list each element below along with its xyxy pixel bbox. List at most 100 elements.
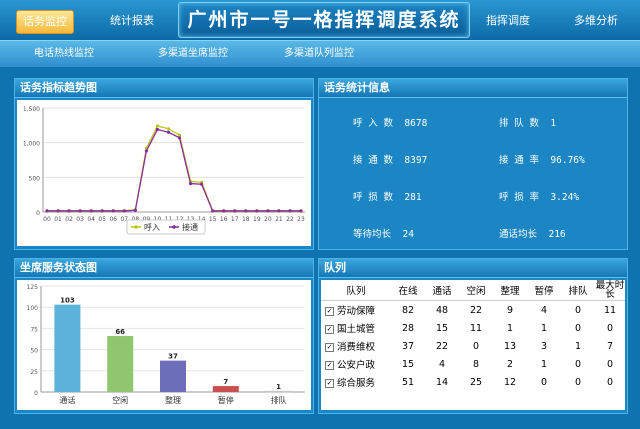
data-point <box>266 209 270 213</box>
x-tick-label: 19 <box>253 216 261 223</box>
queue-value-cell: 22 <box>435 340 449 352</box>
table-row[interactable]: ✓ 国土城管 28 15 11 1 1 0 0 <box>321 319 625 337</box>
tab-agent-monitor[interactable]: 多渠道坐席监控 <box>158 45 228 63</box>
x-tick-label: 04 <box>87 216 95 223</box>
stat-call-in-label: 呼 入 数 <box>353 118 393 129</box>
y-tick-label: 50 <box>30 348 38 355</box>
queue-name: 公安户政 <box>337 360 376 371</box>
x-tick-label: 整理 <box>165 395 181 405</box>
table-row[interactable]: ✓ 综合服务 51 14 25 12 0 0 0 <box>321 373 625 391</box>
queue-value-cell: 8 <box>472 358 480 370</box>
queue-value-cell: 0 <box>606 322 614 334</box>
queue-name: 劳动保障 <box>337 306 376 317</box>
table-row[interactable]: ✓ 公安户政 15 4 8 2 1 0 0 <box>321 355 625 373</box>
y-tick-label: 75 <box>30 326 38 333</box>
y-tick-label: 125 <box>27 284 39 291</box>
queue-name-cell: ✓ 国土城管 <box>321 319 391 337</box>
queue-panel: 队列 队列 在线 通话 空闲 整理 暂停 排队 最大时长 ✓ 劳动保障 82 48 22 9 4 0 11 ✓ 国… <box>318 258 628 414</box>
queue-value-cell: 1 <box>540 322 548 334</box>
queue-value-cell: 0 <box>606 376 614 388</box>
stat-answered-value: 8397 <box>404 155 428 166</box>
queue-value-cell: 0 <box>574 376 582 388</box>
data-point <box>299 209 303 213</box>
x-tick-label: 02 <box>65 216 73 223</box>
row-checkbox[interactable]: ✓ <box>325 343 334 352</box>
stat-queue-value: 1 <box>550 118 557 129</box>
stat-lost-label: 呼 损 数 <box>353 192 393 203</box>
data-point <box>233 209 237 213</box>
trend-panel: 话务指标趋势图 0 500 1,000 1,500 00 01 02 03 04 05 06 07 08… <box>14 78 314 250</box>
stat-call-in: 呼 入 数 8678 <box>353 115 427 129</box>
bar-暂停 <box>212 386 239 392</box>
data-point <box>244 209 248 213</box>
trend-chart-area: 0 500 1,000 1,500 00 01 02 03 04 05 06 07 08 09 10 11 12… <box>17 100 311 246</box>
queue-value-cell: 3 <box>540 340 548 352</box>
trend-line-chart: 05001,0001,50000 01 02 03 04 05 06 07 08 09 10 11 12… <box>23 106 305 235</box>
stat-answer-rate: 接 通 率 96.76% <box>499 152 585 166</box>
agent-bar-chart: 0 25 50 75 100 125 103 通话 66 空闲 37 整理 7 暂停 1 排队 <box>27 284 305 405</box>
y-tick-label: 25 <box>30 369 38 376</box>
queue-value-cell: 14 <box>435 376 449 388</box>
x-tick-label: 06 <box>109 216 117 223</box>
x-tick-label: 通话 <box>59 395 75 405</box>
tab-hotline-monitor[interactable]: 电话热线监控 <box>34 45 94 63</box>
queue-value-cell: 7 <box>606 340 614 352</box>
legend-label: 呼入 <box>144 222 160 232</box>
queue-value-cell: 0 <box>606 358 614 370</box>
queue-name: 消费维权 <box>337 342 376 353</box>
y-tick-label: 1,000 <box>23 141 40 148</box>
queue-value-cell: 15 <box>435 322 449 334</box>
queue-col-header: 整理 <box>493 280 527 301</box>
table-row[interactable]: ✓ 劳动保障 82 48 22 9 4 0 11 <box>321 301 625 320</box>
queue-value-cell: 0 <box>574 304 582 316</box>
data-point <box>177 133 182 137</box>
queue-value-cell: 11 <box>603 304 617 316</box>
data-point <box>155 127 160 132</box>
x-tick-label: 20 <box>264 216 272 223</box>
y-tick-label: 500 <box>29 175 41 182</box>
data-point <box>122 209 126 213</box>
queue-value-cell: 0 <box>574 322 582 334</box>
nav-stats-report-button[interactable]: 统计报表 <box>104 10 160 32</box>
queue-value-cell: 82 <box>401 304 415 316</box>
queue-name-cell: ✓ 劳动保障 <box>321 301 391 320</box>
data-point <box>166 127 171 131</box>
row-checkbox[interactable]: ✓ <box>325 379 334 388</box>
bar-排队 <box>265 390 292 393</box>
table-row[interactable]: ✓ 消费维权 37 22 0 13 3 1 7 <box>321 337 625 355</box>
queue-col-header: 排队 <box>561 280 595 301</box>
data-point <box>133 208 137 212</box>
stat-call-in-value: 8678 <box>404 118 428 129</box>
queue-table-area: 队列 在线 通话 空闲 整理 暂停 排队 最大时长 ✓ 劳动保障 82 48 22 9 4 0 11 ✓ 国土城管… <box>321 280 625 410</box>
data-point <box>188 181 193 186</box>
x-tick-label: 22 <box>286 216 294 223</box>
stat-lost: 呼 损 数 281 <box>353 189 422 203</box>
x-tick-label: 03 <box>76 216 84 223</box>
x-tick-label: 01 <box>54 216 62 223</box>
nav-home-button[interactable]: 话务监控 <box>16 10 74 34</box>
tab-queue-monitor[interactable]: 多渠道队列监控 <box>284 45 354 63</box>
queue-value-cell: 28 <box>401 322 415 334</box>
stat-answered: 接 通 数 8397 <box>353 152 427 166</box>
legend-marker <box>134 225 138 229</box>
queue-value-cell: 1 <box>574 340 582 352</box>
stat-answer-rate-label: 接 通 率 <box>499 155 539 166</box>
row-checkbox[interactable]: ✓ <box>325 307 334 316</box>
x-tick-label: 16 <box>220 216 228 223</box>
queue-value-cell: 12 <box>503 376 517 388</box>
stat-lost-rate: 呼 损 率 3.24% <box>499 189 579 203</box>
nav-multi-analysis-button[interactable]: 多维分析 <box>566 10 626 32</box>
system-title: 广州市一号一格指挥调度系统 <box>187 9 461 31</box>
x-tick-label: 15 <box>209 216 217 223</box>
queue-value-cell: 0 <box>472 340 480 352</box>
queue-name-cell: ✓ 综合服务 <box>321 373 391 391</box>
data-point <box>155 124 160 128</box>
bar-通话 <box>54 304 81 392</box>
queue-value-cell: 13 <box>503 340 517 352</box>
row-checkbox[interactable]: ✓ <box>325 361 334 370</box>
queue-col-header: 暂停 <box>527 280 561 301</box>
data-point <box>56 209 60 213</box>
nav-dispatch-button[interactable]: 指挥调度 <box>480 10 536 32</box>
row-checkbox[interactable]: ✓ <box>325 325 334 334</box>
bar-整理 <box>160 360 186 392</box>
